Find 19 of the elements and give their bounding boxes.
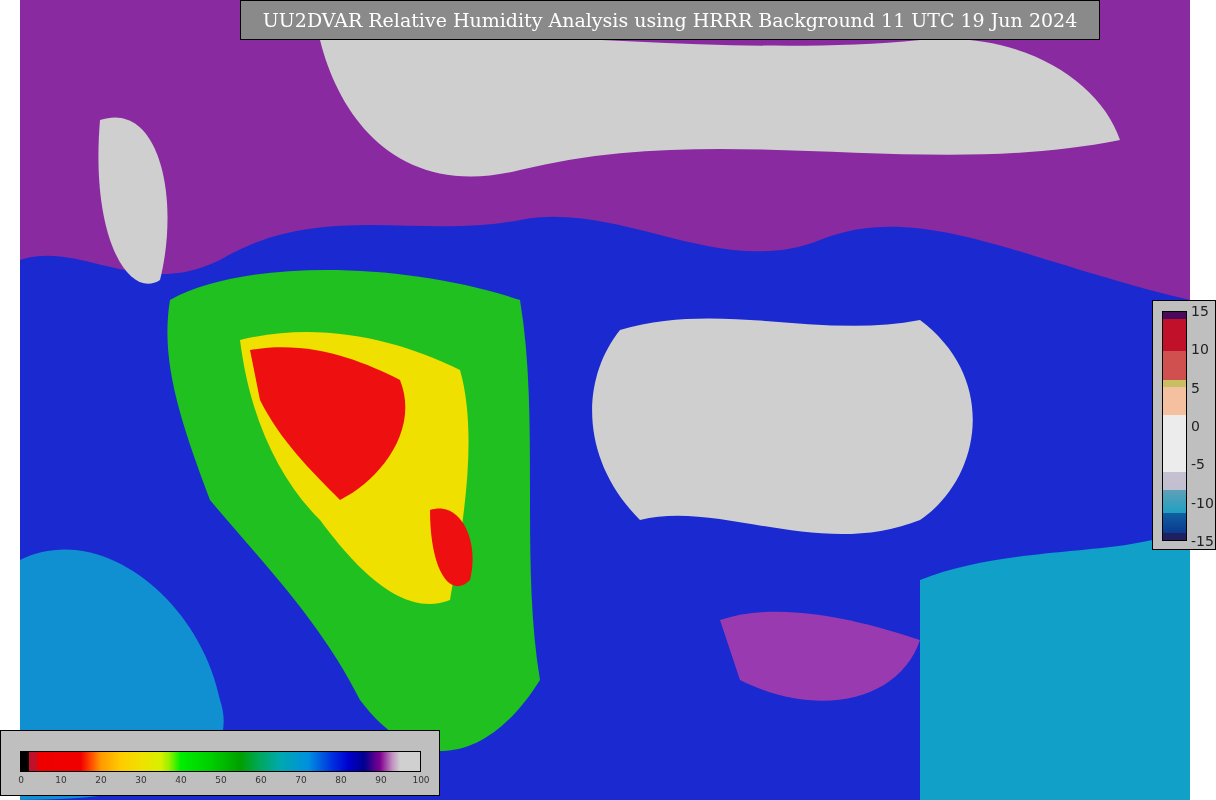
colorbar-tick-label: 30 (135, 776, 147, 785)
colorbar-tick-label: 0 (1191, 419, 1200, 433)
colorbar-tick-label: 60 (255, 776, 267, 785)
colorbar-tick-label: 10 (1191, 342, 1209, 357)
colorbar-tick-label: 80 (335, 776, 347, 785)
colorbar-tick-label: -10 (1191, 495, 1214, 510)
colorbar-tick-label: 10 (55, 776, 67, 785)
colorbar-tick-label: 90 (375, 776, 387, 785)
colorbar-tick-label: -5 (1191, 457, 1205, 472)
map-title: UU2DVAR Relative Humidity Analysis using HRRR Background 11 UTC 19 Jun 2024 (240, 0, 1100, 40)
colorbar-tick-label: 15 (1191, 304, 1209, 318)
colorbar-tick-label: 70 (295, 776, 307, 785)
colorbar-tick-label: 50 (215, 776, 227, 785)
colorbar-tick-label: 0 (18, 776, 24, 785)
colorbar-tick-label: 5 (1191, 380, 1200, 395)
colorbar-tick-label: -15 (1191, 534, 1214, 548)
colorbar-tick-label: 20 (95, 776, 107, 785)
colorbar-tick-label: 40 (175, 776, 187, 785)
colorbar-tick-label: 100 (412, 776, 430, 785)
